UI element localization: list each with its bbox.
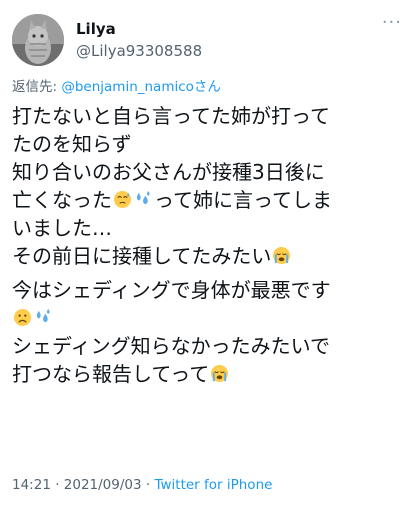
tweet-line	[12, 304, 406, 332]
frowning-face-icon	[13, 308, 32, 327]
tweet-header: Lilya @Lilya93308588 ···	[12, 14, 402, 66]
reply-suffix[interactable]: さん	[194, 79, 221, 95]
sweat-droplets-icon	[36, 308, 50, 323]
loudly-crying-face-icon	[211, 364, 229, 383]
tweet-source-link[interactable]: Twitter for iPhone	[154, 477, 272, 493]
tweet-line: いました…	[12, 216, 112, 240]
display-name[interactable]: Lilya	[76, 20, 116, 38]
reply-mention-link[interactable]: @benjamin_namico	[61, 79, 194, 95]
tweet-time[interactable]: 14:21	[12, 477, 51, 493]
tweet-line: 亡くなった って姉に言ってしま	[12, 188, 332, 212]
avatar[interactable]	[12, 14, 64, 66]
sweat-droplets-icon	[136, 190, 150, 205]
meta-separator: ·	[50, 477, 64, 493]
more-options-icon[interactable]: ···	[382, 14, 402, 32]
user-handle[interactable]: @Lilya93308588	[76, 42, 202, 60]
tweet-line: その前日に接種してたみたい	[12, 242, 406, 270]
tweet-line: 今はシェディングで身体が最悪です	[12, 278, 331, 302]
tweet-date[interactable]: 2021/09/03	[64, 477, 142, 493]
tweet-line: シェディング知らなかったみたいで	[12, 334, 330, 358]
tweet-text: 打たないと自ら言ってた姉が打って たのを知らず 知り合いのお父さんが接種3日後に…	[12, 102, 406, 388]
loudly-crying-face-icon	[273, 246, 291, 265]
sad-relieved-face-icon	[113, 190, 132, 209]
tweet-line: 打つなら報告してって	[12, 360, 406, 388]
reply-to: 返信先: @benjamin_namicoさん	[12, 78, 221, 96]
tweet-line: 知り合いのお父さんが接種3日後に	[12, 160, 325, 184]
meta-separator: ·	[141, 477, 155, 493]
tweet-line: たのを知らず	[12, 132, 132, 156]
tweet-line: 打たないと自ら言ってた姉が打って	[12, 104, 330, 128]
reply-prefix: 返信先:	[12, 79, 62, 95]
tweet-meta: 14:21 · 2021/09/03 · Twitter for iPhone	[12, 476, 272, 494]
